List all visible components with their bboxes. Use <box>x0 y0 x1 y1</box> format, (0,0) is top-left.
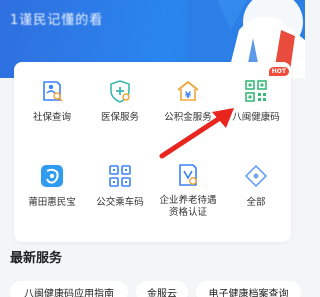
service-health-code[interactable]: HOT 八闽健康码 <box>221 62 291 130</box>
service-label: 八闽健康码 <box>232 112 280 123</box>
housing-fund-icon: ¥ <box>174 77 202 105</box>
medical-insurance-icon <box>106 77 134 105</box>
latest-service-chip[interactable]: 电子健康档案查询 <box>196 281 301 297</box>
putian-huiminbao-icon <box>38 162 66 190</box>
service-bus-qr-code[interactable]: 公交乘车码 <box>85 147 155 215</box>
latest-service-chip[interactable]: 八闽健康码应用指南 <box>10 281 128 297</box>
bus-qr-code-icon <box>106 162 134 190</box>
services-grid: 社保查询 医保服务 ¥ 公积金服务 HOT 八闽健康码 莆田惠民宝 公交乘车码 … <box>14 62 291 242</box>
svg-text:¥: ¥ <box>185 91 192 101</box>
service-label: 全部 <box>246 197 266 208</box>
service-all[interactable]: 全部 <box>221 147 291 215</box>
latest-services-title: 最新服务 <box>10 251 63 266</box>
latest-service-chip[interactable]: 金服云 <box>136 281 188 297</box>
service-label: 医保服务 <box>100 112 139 123</box>
service-pension-certification[interactable]: 企业养老待遇资格认证 <box>153 147 223 218</box>
service-label: 企业养老待遇资格认证 <box>159 195 217 218</box>
pension-certification-icon <box>174 162 202 188</box>
service-label: 公积金服务 <box>164 112 212 123</box>
service-medical-insurance[interactable]: 医保服务 <box>85 62 155 130</box>
health-code-icon <box>242 77 270 105</box>
banner-title: 1谨民记懂的看 <box>10 13 104 28</box>
service-label: 社保查询 <box>32 112 71 123</box>
service-label: 莆田惠民宝 <box>28 197 76 208</box>
service-social-security-query[interactable]: 社保查询 <box>17 62 87 130</box>
service-housing-fund[interactable]: ¥ 公积金服务 <box>153 62 223 130</box>
social-security-query-icon <box>38 77 66 105</box>
hot-badge: HOT <box>268 67 289 76</box>
service-putian-huiminbao[interactable]: 莆田惠民宝 <box>17 147 87 215</box>
all-services-icon <box>242 162 270 190</box>
service-label: 公交乘车码 <box>96 197 144 208</box>
